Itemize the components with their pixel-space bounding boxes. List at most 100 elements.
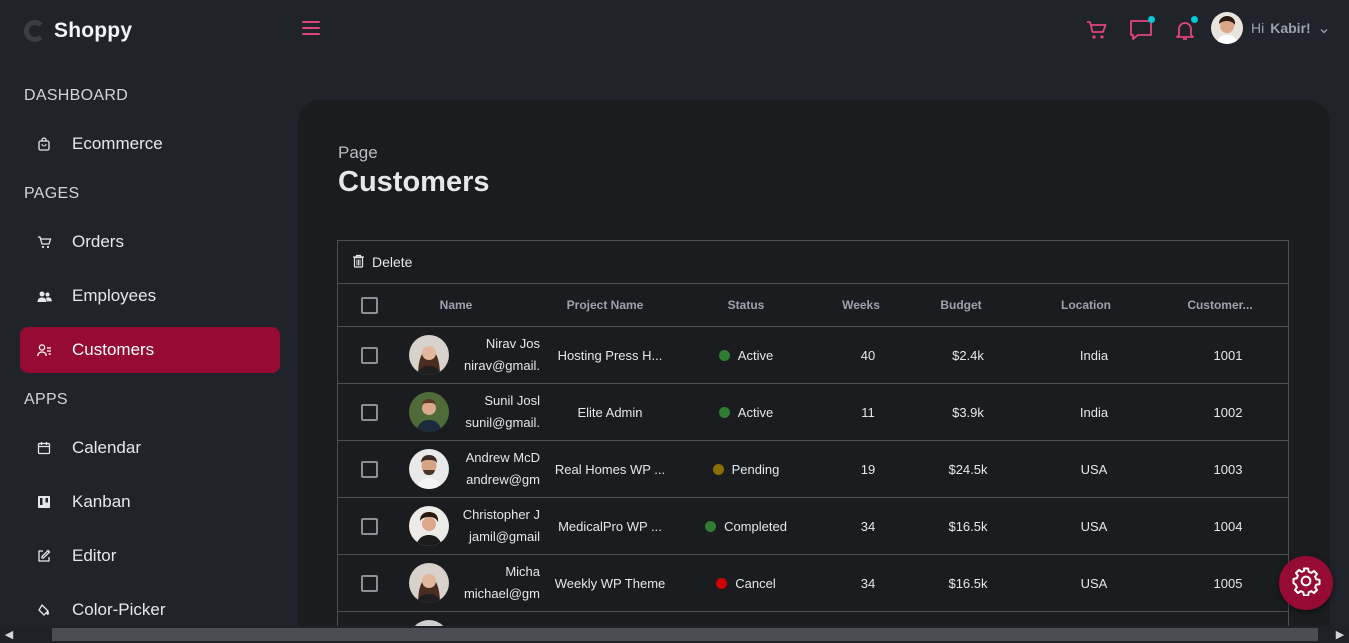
status-dot (718, 406, 730, 418)
column-header-weeks[interactable]: Weeks (816, 284, 906, 326)
chat-icon[interactable] (1129, 16, 1155, 42)
app-root: Shoppy DASHBOARD Ecommerce PAGES Orders … (0, 0, 1349, 643)
customer-photo-cell (408, 555, 450, 611)
table-row[interactable]: Nirav Jos nirav@gmail. Hosting Press H...… (338, 327, 1288, 384)
row-checkbox[interactable] (360, 517, 378, 535)
customer-id-cell: 1001 (1213, 347, 1243, 363)
status-dot (716, 577, 728, 589)
project-name-cell: Weekly WP Theme (554, 575, 666, 591)
sidebar-item-editor[interactable]: Editor (20, 533, 280, 579)
customer-avatar (409, 392, 449, 432)
kanban-icon (36, 494, 52, 510)
column-header-location[interactable]: Location (1016, 284, 1156, 326)
customer-avatar (409, 335, 449, 375)
sidebar-item-color-picker[interactable]: Color-Picker (20, 587, 280, 626)
customer-name-cell: Nirav Jos nirav@gmail. (452, 327, 540, 383)
row-checkbox[interactable] (360, 346, 378, 364)
location-cell: USA (1080, 461, 1108, 477)
customer-email: andrew@gm (466, 472, 540, 487)
customer-email: sunil@gmail. (465, 415, 540, 430)
customer-name: Sunil Josl (484, 393, 540, 408)
budget-cell: $3.9k (952, 404, 984, 420)
budget-cell: $16.5k (948, 575, 988, 591)
sidebar-item-ecommerce[interactable]: Ecommerce (20, 121, 280, 167)
shopping-bag-icon (36, 136, 52, 152)
settings-button[interactable] (1279, 556, 1333, 610)
customer-email: jamil@gmail (469, 529, 540, 544)
weeks-cell: 34 (860, 575, 876, 591)
grid-header-row: Name Project Name Status Weeks Budget Lo… (338, 284, 1288, 327)
delete-button[interactable]: Delete (352, 254, 412, 271)
sidebar-item-orders[interactable]: Orders (20, 219, 280, 265)
bell-icon[interactable] (1173, 16, 1198, 42)
project-name-cell: Real Homes WP ... (554, 461, 666, 477)
scroll-right-icon[interactable]: ▶ (1334, 628, 1346, 641)
scroll-left-icon[interactable]: ◀ (3, 628, 15, 641)
page-label: Page (338, 143, 378, 162)
sidebar-item-kanban[interactable]: Kanban (20, 479, 280, 525)
customer-avatar (409, 563, 449, 603)
status-cell: Active (676, 327, 816, 383)
customer-name-cell: Sunil Josl sunil@gmail. (452, 384, 540, 440)
user-name: Kabir! (1270, 20, 1311, 36)
status-cell: Pending (676, 441, 816, 497)
customer-name: Micha (505, 564, 540, 579)
sidebar-item-calendar[interactable]: Calendar (20, 425, 280, 471)
column-header-status[interactable]: Status (676, 284, 816, 326)
hamburger-icon[interactable] (302, 21, 320, 37)
sidebar-item-employees[interactable]: Employees (20, 273, 280, 319)
scrollbar-thumb[interactable] (52, 628, 1318, 641)
horizontal-scrollbar[interactable]: ◀ ▶ (0, 626, 1349, 643)
table-row[interactable]: Micha michael@gm Weekly WP Theme Cancel 3… (338, 555, 1288, 612)
sidebar-item-label: Orders (72, 232, 124, 251)
customer-photo-cell (408, 327, 450, 383)
customer-name: Christopher J (462, 507, 540, 522)
table-row[interactable]: Sunil Josl sunil@gmail. Elite Admin Activ… (338, 384, 1288, 441)
budget-cell: $24.5k (948, 461, 988, 477)
status-text: Cancel (735, 575, 776, 591)
app-name: Shoppy (54, 19, 133, 42)
cart-icon[interactable] (1085, 18, 1109, 42)
customer-photo-cell (408, 441, 450, 497)
row-select-cell (338, 555, 400, 611)
project-name-cell: Elite Admin (577, 404, 643, 420)
project-name-cell: Hosting Press H... (557, 347, 663, 363)
customer-name: Nirav Jos (485, 336, 540, 351)
row-select-cell (338, 441, 400, 497)
select-all-checkbox[interactable] (360, 296, 378, 314)
column-header-customer-id[interactable]: Customer... (1156, 284, 1284, 326)
logo[interactable]: Shoppy (24, 19, 132, 43)
user-profile-menu[interactable]: Hi Kabir! (1211, 12, 1329, 44)
table-row[interactable]: Christopher J jamil@gmail MedicalPro WP .… (338, 498, 1288, 555)
logo-icon (24, 20, 46, 42)
status-cell: Completed (676, 498, 816, 554)
row-select-cell (338, 384, 400, 440)
row-checkbox[interactable] (360, 403, 378, 421)
budget-cell: $16.5k (948, 518, 988, 534)
column-header-name[interactable]: Name (400, 284, 512, 326)
status-text: Active (737, 404, 774, 420)
row-select-cell (338, 327, 400, 383)
customer-email: nirav@gmail. (463, 358, 540, 373)
status-text: Pending (731, 461, 780, 477)
status-cell: Cancel (676, 555, 816, 611)
color-picker-icon (36, 602, 52, 618)
location-cell: India (1079, 347, 1109, 363)
column-header-budget[interactable]: Budget (906, 284, 1016, 326)
grid-toolbar: Delete (338, 241, 1288, 284)
sidebar-item-label: Calendar (72, 438, 141, 457)
avatar (1211, 12, 1243, 44)
customer-photo-cell (408, 498, 450, 554)
table-row[interactable]: Andrew McD andrew@gm Real Homes WP ... Pe… (338, 441, 1288, 498)
select-all-cell (338, 284, 400, 326)
column-header-project[interactable]: Project Name (534, 284, 676, 326)
calendar-icon (36, 440, 52, 456)
customers-grid: Delete Name Project Name Status Weeks Bu… (337, 240, 1289, 640)
sidebar-item-label: Editor (72, 546, 117, 565)
status-dot (712, 463, 724, 475)
sidebar-item-customers[interactable]: Customers (20, 327, 280, 373)
weeks-cell: 40 (860, 347, 876, 363)
row-checkbox[interactable] (360, 574, 378, 592)
customer-avatar (409, 449, 449, 489)
row-checkbox[interactable] (360, 460, 378, 478)
